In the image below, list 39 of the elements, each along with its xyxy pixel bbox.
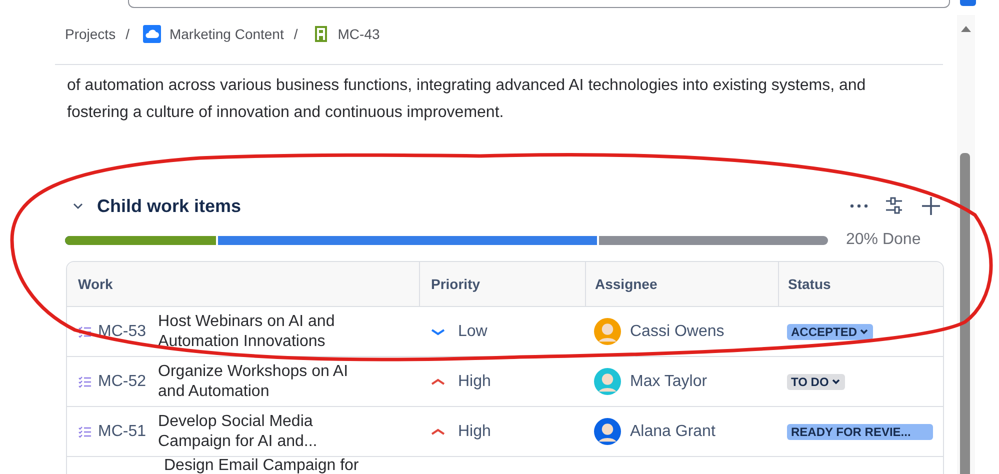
column-header[interactable]: Assignee [585,262,778,306]
breadcrumb-link[interactable]: MC-43 [338,26,380,42]
description-text: of automation across various business functions, integrating advanced AI technologies into existing systems, and [67,76,867,96]
priority-text: Low [458,322,488,340]
work-item-title[interactable]: Develop Social Media Campaign for AI and... [158,412,374,452]
scroll-up-arrow-icon[interactable] [961,25,971,33]
chevron-up-icon [430,426,446,436]
priority-text: High [458,372,491,390]
status-lozenge[interactable]: TO DO [787,374,845,390]
work-item-key[interactable]: MC-51 [98,422,146,440]
breadcrumb-link[interactable]: Marketing Content [169,26,284,42]
work-item-title[interactable]: Organize Workshops on AI and Automation [158,362,374,402]
column-header[interactable]: Priority [419,262,585,306]
work-item-key[interactable]: MC-52 [98,372,146,390]
cloud-icon [143,25,162,43]
section-title: Child work items [97,196,242,216]
work-item-title[interactable]: Host Webinars on AI and Automation Innovations [158,312,374,352]
breadcrumb-link[interactable]: Projects [65,26,116,42]
status-lozenge[interactable]: READY FOR REVIE... [787,424,933,440]
progress-label: 20% Done [846,231,921,249]
assignee-name: Cassi Owens [630,322,724,340]
scrollbar-thumb[interactable] [960,153,970,474]
work-item-title[interactable]: Design Email Campaign for [164,457,404,474]
chevron-up-icon [430,376,446,386]
breadcrumb-separator: / [294,26,298,42]
subtask-list-icon [78,324,92,338]
assignee-name: Alana Grant [630,422,716,440]
description-text: fostering a culture of innovation and continuous improvement. [67,103,505,123]
plus-icon[interactable] [919,194,943,218]
column-header[interactable]: Work [67,262,419,306]
subtask-list-icon [78,424,92,438]
chevron-down-icon [430,326,446,336]
subtask-list-icon [78,374,92,388]
work-item-key[interactable]: MC-53 [98,322,146,340]
column-header[interactable]: Status [778,262,943,306]
status-lozenge[interactable]: ACCEPTED [787,324,874,340]
breadcrumb-separator: / [126,26,130,42]
priority-text: High [458,422,491,440]
assignee-name: Max Taylor [630,372,708,390]
